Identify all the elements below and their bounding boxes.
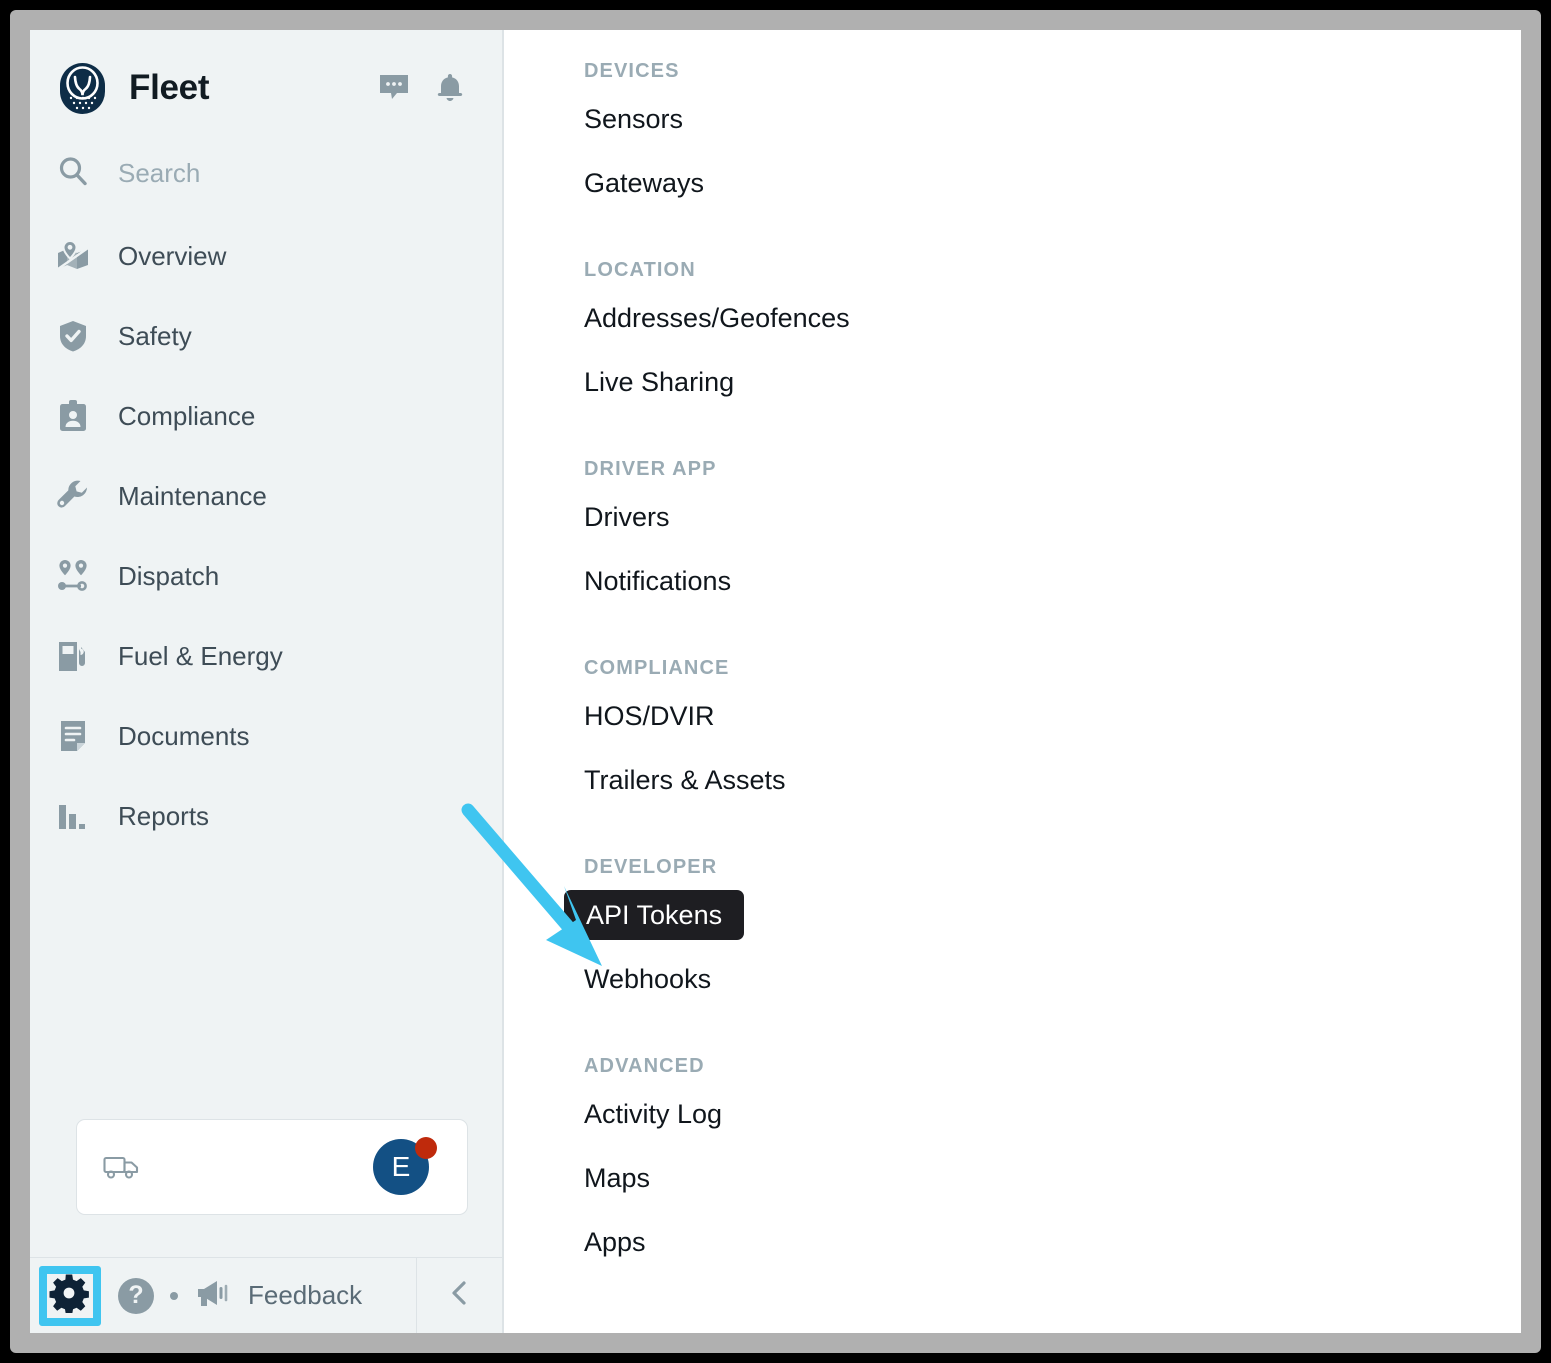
section-title-location: LOCATION [584,259,1521,282]
sidebar-item-maintenance[interactable]: Maintenance [30,456,502,536]
sidebar-item-dispatch[interactable]: Dispatch [30,536,502,616]
chevron-left-icon [445,1278,475,1313]
sidebar: Fleet [30,30,504,1333]
bottom-links: ? Feedback [108,1278,362,1314]
search-icon [56,154,90,193]
panel-item-live-sharing[interactable]: Live Sharing [584,350,1521,414]
section-title-compliance: COMPLIANCE [584,657,1521,680]
gear-icon [49,1273,89,1318]
sidebar-item-label: Overview [118,241,226,272]
sidebar-item-compliance[interactable]: Compliance [30,376,502,456]
sidebar-item-label: Dispatch [118,561,219,592]
screenshot-frame: Fleet [0,0,1551,1363]
megaphone-icon[interactable] [194,1278,232,1313]
truck-icon [103,1153,143,1181]
panel-item-apps[interactable]: Apps [584,1210,1521,1274]
panel-item-drivers[interactable]: Drivers [584,485,1521,549]
section-title-developer: DEVELOPER [584,856,1521,879]
sidebar-item-label: Maintenance [118,481,267,512]
window-border: Fleet [10,10,1541,1353]
avatar[interactable]: E [373,1139,429,1195]
section-title-driver-app: DRIVER APP [584,458,1521,481]
chat-bubble-icon[interactable] [378,72,410,104]
panel-item-addresses-geofences[interactable]: Addresses/Geofences [584,286,1521,350]
owl-logo-icon [56,62,109,115]
section-title-devices: DEVICES [584,60,1521,83]
panel-item-hos-dvir[interactable]: HOS/DVIR [584,684,1521,748]
vehicle-selector-card[interactable]: E [76,1119,468,1215]
feedback-label[interactable]: Feedback [248,1280,362,1311]
sidebar-item-label: Fuel & Energy [118,641,283,672]
sidebar-item-safety[interactable]: Safety [30,296,502,376]
panel-item-notifications[interactable]: Notifications [584,549,1521,613]
wrench-icon [56,479,90,513]
search-placeholder: Search [118,158,200,189]
shield-check-icon [56,319,90,353]
route-pins-icon [56,559,90,593]
panel-item-gateways[interactable]: Gateways [584,151,1521,215]
notification-dot [415,1137,437,1159]
application-window: Fleet [30,30,1521,1333]
settings-panel: DEVICES Sensors Gateways LOCATION Addres… [504,30,1521,1333]
panel-item-activity-log[interactable]: Activity Log [584,1082,1521,1146]
sidebar-item-label: Compliance [118,401,255,432]
sidebar-item-label: Reports [118,801,209,832]
search-input[interactable]: Search [30,144,502,202]
panel-item-api-tokens[interactable]: API Tokens [564,890,744,940]
panel-item-maps[interactable]: Maps [584,1146,1521,1210]
panel-item-webhooks[interactable]: Webhooks [584,947,1521,1011]
bar-chart-icon [56,799,90,833]
header-icons [378,72,476,104]
id-badge-icon [56,399,90,433]
separator-dot [170,1292,178,1300]
collapse-sidebar-button[interactable] [416,1258,502,1333]
settings-button[interactable] [30,1258,108,1333]
bell-icon[interactable] [434,72,466,104]
sidebar-item-documents[interactable]: Documents [30,696,502,776]
sidebar-item-overview[interactable]: Overview [30,216,502,296]
sidebar-item-reports[interactable]: Reports [30,776,502,856]
app-title: Fleet [129,68,209,108]
map-pin-icon [56,239,90,273]
question-mark-icon[interactable]: ? [118,1278,154,1314]
fuel-pump-icon [56,639,90,673]
panel-item-trailers-assets[interactable]: Trailers & Assets [584,748,1521,812]
sidebar-item-fuel-energy[interactable]: Fuel & Energy [30,616,502,696]
panel-item-sensors[interactable]: Sensors [584,87,1521,151]
section-title-advanced: ADVANCED [584,1055,1521,1078]
document-icon [56,719,90,753]
sidebar-nav: Overview Safety [30,216,502,856]
sidebar-bottom-bar: ? Feedback [30,1257,502,1333]
sidebar-item-label: Documents [118,721,250,752]
sidebar-header: Fleet [30,30,502,122]
sidebar-item-label: Safety [118,321,192,352]
